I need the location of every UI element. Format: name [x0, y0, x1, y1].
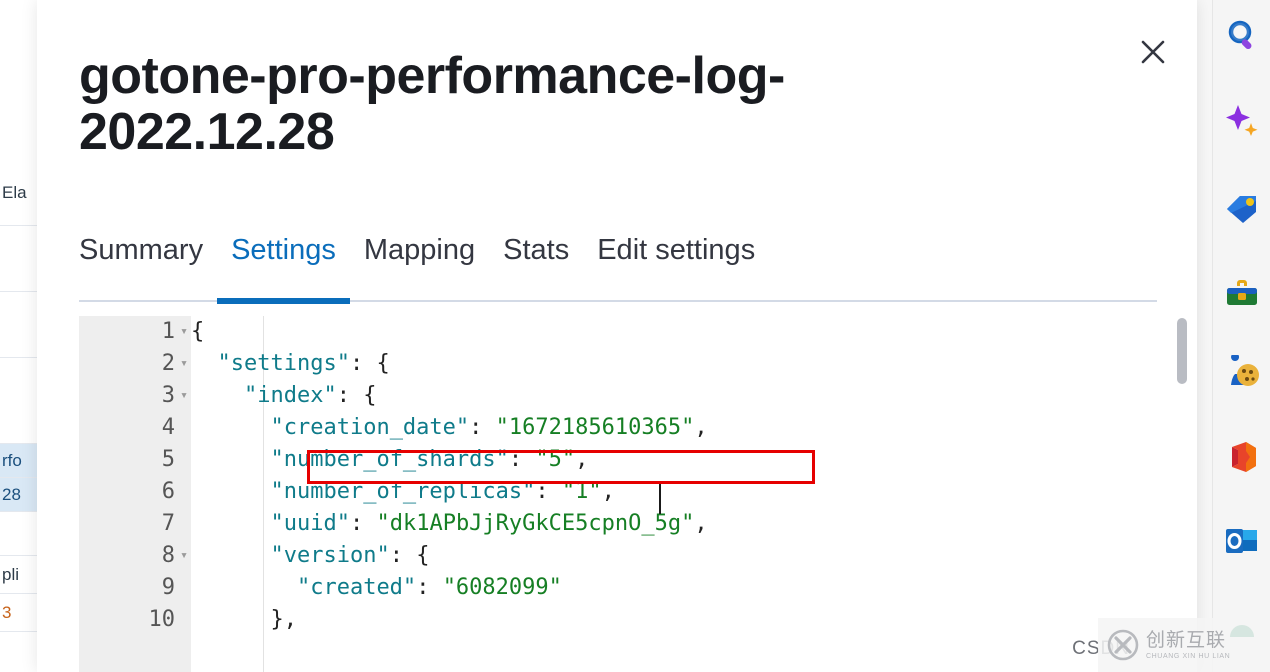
- background-sidebar: Ela rfo 28 pli 3: [0, 0, 38, 672]
- background-list-item[interactable]: [0, 292, 37, 358]
- code-line[interactable]: 10 },: [79, 604, 1155, 636]
- background-list-item[interactable]: Ela: [0, 160, 37, 226]
- line-number: 5: [161, 447, 175, 472]
- tab-settings[interactable]: Settings: [217, 230, 350, 304]
- code-token: "index": [243, 383, 337, 408]
- code-token: "number_of_replicas": [270, 479, 536, 504]
- code-token: ,: [575, 447, 589, 472]
- line-number: 8: [161, 543, 175, 568]
- code-token: :: [416, 575, 443, 600]
- code-line[interactable]: 4 "creation_date": "1672185610365",: [79, 412, 1155, 444]
- code-text: "index": {: [191, 380, 376, 412]
- code-token: "created": [296, 575, 417, 600]
- line-number: 4: [161, 415, 175, 440]
- code-token: "creation_date": [270, 415, 470, 440]
- code-token: : {: [389, 543, 430, 568]
- code-token: {: [191, 319, 205, 344]
- code-token: : {: [336, 383, 377, 408]
- code-text: },: [191, 604, 297, 636]
- code-token: },: [270, 607, 297, 632]
- desktop-icon-rail: [1212, 0, 1270, 672]
- code-token: :: [349, 511, 377, 536]
- tag-icon[interactable]: [1221, 186, 1263, 228]
- code-token: "1": [561, 479, 602, 504]
- chess-cookie-icon[interactable]: [1221, 352, 1263, 394]
- code-token: "version": [270, 543, 390, 568]
- code-line[interactable]: 3 ▾ "index": {: [79, 380, 1155, 412]
- code-token: ,: [694, 415, 708, 440]
- code-token: ,: [601, 479, 615, 504]
- background-list-item[interactable]: 28: [0, 478, 37, 512]
- line-number: 1: [161, 319, 175, 344]
- code-text: "settings": {: [191, 348, 390, 380]
- chevron-down-icon[interactable]: ▾: [177, 540, 191, 572]
- office-icon[interactable]: [1221, 436, 1263, 478]
- code-token: :: [469, 415, 496, 440]
- tab-summary[interactable]: Summary: [65, 230, 217, 302]
- code-token: :: [508, 447, 536, 472]
- line-number: 6: [161, 479, 175, 504]
- page-title: gotone-pro-performance-log-2022.12.28: [79, 47, 785, 162]
- index-detail-modal: gotone-pro-performance-log-2022.12.28 Su…: [37, 0, 1197, 672]
- code-text: {: [191, 316, 204, 348]
- modal-scrollbar-thumb[interactable]: [1177, 318, 1187, 384]
- tab-mapping[interactable]: Mapping: [350, 230, 489, 302]
- background-list-item[interactable]: [0, 358, 37, 444]
- code-text: "number_of_replicas": "1",: [191, 476, 615, 508]
- background-list-item[interactable]: 3: [0, 594, 37, 632]
- background-list-item[interactable]: [0, 226, 37, 292]
- code-token: "uuid": [270, 511, 350, 536]
- code-text: "version": {: [191, 540, 429, 572]
- close-icon[interactable]: [1131, 30, 1175, 74]
- code-line[interactable]: 8 ▾ "version": {: [79, 540, 1155, 572]
- line-number: 10: [148, 607, 176, 632]
- background-list-item[interactable]: pli: [0, 556, 37, 594]
- outlook-icon[interactable]: [1221, 520, 1263, 562]
- background-list-item[interactable]: [0, 512, 37, 556]
- code-token: "5": [535, 447, 576, 472]
- tab-bar: Summary Settings Mapping Stats Edit settings: [79, 230, 1157, 304]
- search-icon[interactable]: [1221, 14, 1263, 56]
- code-content[interactable]: 1 ▾{2 ▾ "settings": {3 ▾ "index": {4 "creat…: [79, 316, 1155, 672]
- toolbox-icon[interactable]: [1221, 272, 1263, 314]
- background-list-item[interactable]: rfo: [0, 444, 37, 478]
- code-line[interactable]: 9 "created": "6082099": [79, 572, 1155, 604]
- line-number: 7: [161, 511, 175, 536]
- code-line[interactable]: 1 ▾{: [79, 316, 1155, 348]
- text-caret: [659, 484, 661, 514]
- tab-edit-settings[interactable]: Edit settings: [583, 230, 769, 302]
- screen: Ela rfo 28 pli 3 gotone-pro-performance-…: [0, 0, 1270, 672]
- site-watermark: 创新互联 CHUANG XIN HU LIAN: [1098, 618, 1270, 672]
- code-token: "1672185610365": [495, 415, 695, 440]
- chevron-down-icon[interactable]: ▾: [177, 316, 191, 348]
- code-token: "dk1APbJjRyGkCE5cpnO_5g": [376, 511, 695, 536]
- code-line[interactable]: 5 "number_of_shards": "5",: [79, 444, 1155, 476]
- chevron-down-icon[interactable]: ▾: [177, 380, 191, 412]
- code-token: "settings": [217, 351, 350, 376]
- watermark-logo-icon: [1107, 629, 1139, 661]
- code-token: :: [535, 479, 562, 504]
- watermark-cn: 创新互联: [1146, 629, 1227, 651]
- tab-stats[interactable]: Stats: [489, 230, 583, 302]
- code-token: : {: [349, 351, 390, 376]
- code-token: "number_of_shards": [270, 447, 509, 472]
- code-text: "created": "6082099": [191, 572, 562, 604]
- code-line[interactable]: 6 "number_of_replicas": "1",: [79, 476, 1155, 508]
- code-line[interactable]: 2 ▾ "settings": {: [79, 348, 1155, 380]
- chevron-down-icon[interactable]: ▾: [177, 348, 191, 380]
- watermark-en: CHUANG XIN HU LIAN: [1146, 652, 1231, 660]
- code-line[interactable]: 7 "uuid": "dk1APbJjRyGkCE5cpnO_5g",: [79, 508, 1155, 540]
- code-token: "6082099": [442, 575, 562, 600]
- code-token: ,: [694, 511, 708, 536]
- code-text: "uuid": "dk1APbJjRyGkCE5cpnO_5g",: [191, 508, 708, 540]
- sparkle-icon[interactable]: [1221, 100, 1263, 142]
- line-number: 9: [161, 575, 175, 600]
- code-text: "creation_date": "1672185610365",: [191, 412, 708, 444]
- line-number: 3: [161, 383, 175, 408]
- line-number: 2: [161, 351, 175, 376]
- settings-json-editor[interactable]: 1 ▾{2 ▾ "settings": {3 ▾ "index": {4 "creat…: [79, 316, 1155, 672]
- code-text: "number_of_shards": "5",: [191, 444, 588, 476]
